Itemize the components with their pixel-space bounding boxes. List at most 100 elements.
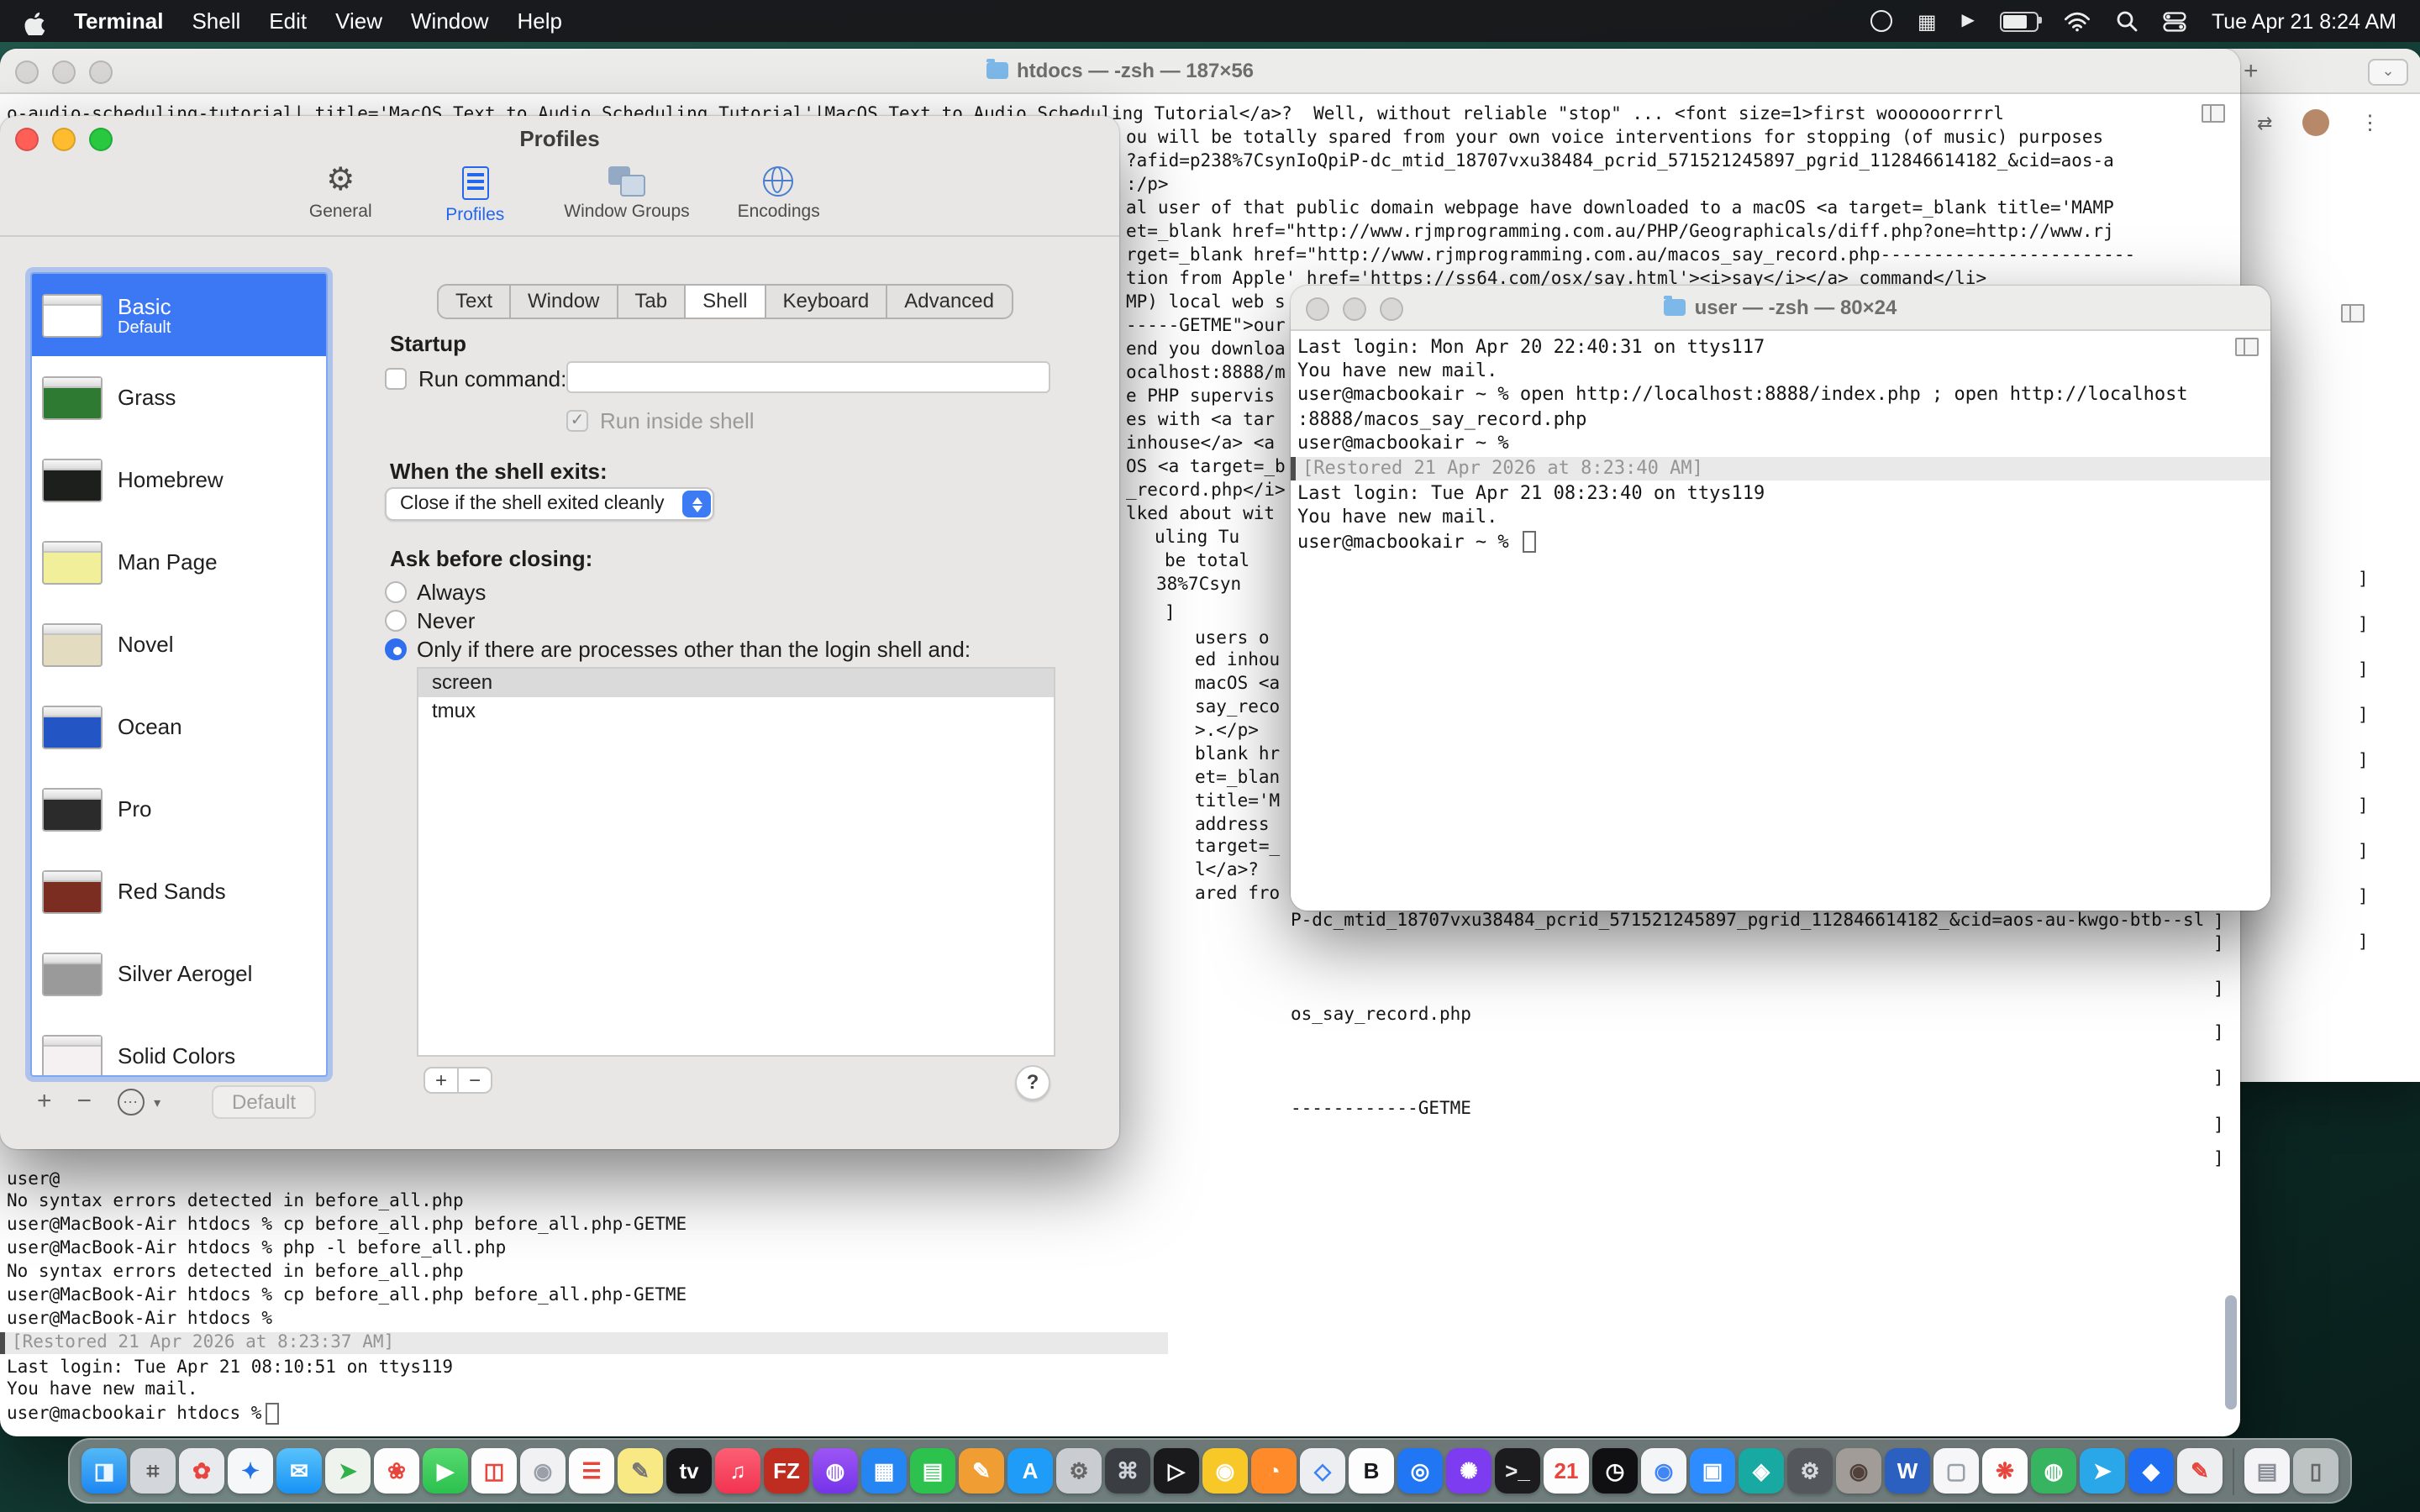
swap-icon[interactable]: ⇄: [2257, 112, 2272, 134]
dock-icon-gear-app[interactable]: ⚙: [1787, 1448, 1833, 1494]
dock-icon-paint-app[interactable]: ✎: [2177, 1448, 2223, 1494]
dock-icon-contacts[interactable]: ◉: [520, 1448, 566, 1494]
dock-icon-finder[interactable]: ◨: [82, 1448, 127, 1494]
dock-icon-white-app[interactable]: ▢: [1933, 1448, 1979, 1494]
dock-icon-yellow-app[interactable]: ◉: [1202, 1448, 1248, 1494]
close-button[interactable]: [15, 128, 39, 151]
close-button[interactable]: [1306, 297, 1329, 321]
dock-icon-notes[interactable]: ✎: [618, 1448, 663, 1494]
profile-item-solid-colors[interactable]: Solid Colors: [32, 1015, 326, 1077]
dock-icon-pages[interactable]: ✎: [959, 1448, 1004, 1494]
dock-icon-docs-stack[interactable]: ▤: [2244, 1448, 2290, 1494]
profile-item-homebrew[interactable]: Homebrew: [32, 438, 326, 521]
dock-icon-purple-app[interactable]: ✺: [1446, 1448, 1491, 1494]
dock-icon-calendar-date[interactable]: 21: [1544, 1448, 1589, 1494]
add-process-button[interactable]: +: [424, 1067, 459, 1094]
tab-keyboard[interactable]: Keyboard: [766, 286, 888, 318]
process-list[interactable]: screentmux: [417, 667, 1055, 1057]
dock-icon-color-wheel[interactable]: ❋: [1982, 1448, 2028, 1494]
new-tab-button[interactable]: +: [2244, 56, 2259, 85]
kebab-menu-icon[interactable]: ⋮: [2360, 111, 2380, 134]
profile-actions-menu-icon[interactable]: ⋯: [117, 1089, 144, 1116]
dock-icon-numbers[interactable]: ▤: [910, 1448, 955, 1494]
dock-icon-shield-app[interactable]: ◇: [1300, 1448, 1345, 1494]
dock-icon-safari[interactable]: ✦: [228, 1448, 273, 1494]
profile-item-man-page[interactable]: Man Page: [32, 521, 326, 603]
dock-icon-chrome[interactable]: ◉: [1641, 1448, 1686, 1494]
process-item-screen[interactable]: screen: [418, 669, 1054, 697]
terminal-settings-window[interactable]: Profiles ⚙General Profiles Window Groups En…: [0, 116, 1119, 1149]
profile-item-novel[interactable]: Novel: [32, 603, 326, 685]
toolbar-item-profiles[interactable]: Profiles: [429, 165, 520, 225]
toolbar-item-general[interactable]: ⚙General: [295, 165, 386, 225]
search-icon[interactable]: [2116, 10, 2138, 32]
profile-item-pro[interactable]: Pro: [32, 768, 326, 850]
minimize-button[interactable]: [1343, 297, 1366, 321]
dock-icon-reminders[interactable]: ☰: [569, 1448, 614, 1494]
dock-icon-blue-app-2[interactable]: ◆: [2128, 1448, 2174, 1494]
minimize-button[interactable]: [52, 128, 76, 151]
menu-bar-clock[interactable]: Tue Apr 21 8:24 AM: [2212, 9, 2396, 33]
run-command-input[interactable]: [566, 361, 1050, 393]
dock-icon-launchpad[interactable]: ⌗: [130, 1448, 176, 1494]
toolbar-item-window-groups[interactable]: Window Groups: [564, 165, 689, 225]
dock-icon-filezilla[interactable]: FZ: [764, 1448, 809, 1494]
dock-icon-photos[interactable]: ❀: [374, 1448, 419, 1494]
help-button[interactable]: ?: [1015, 1065, 1050, 1100]
settings-titlebar[interactable]: Profiles: [0, 116, 1119, 160]
ask-option-2[interactable]: Only if there are processes other than t…: [385, 637, 971, 662]
dock-icon-firefox[interactable]: ◔: [1251, 1448, 1297, 1494]
dock-icon-word[interactable]: W: [1885, 1448, 1930, 1494]
profile-item-basic[interactable]: BasicDefault: [32, 274, 326, 356]
apple-menu-icon[interactable]: [24, 8, 45, 34]
dock-icon-facetime[interactable]: ▶: [423, 1448, 468, 1494]
menu-shell[interactable]: Shell: [192, 8, 240, 34]
dock-icon-terminal[interactable]: >_: [1495, 1448, 1540, 1494]
tab-text[interactable]: Text: [439, 286, 511, 318]
dock-icon-zoom[interactable]: ▣: [1690, 1448, 1735, 1494]
chevron-down-icon[interactable]: ⌄: [2368, 59, 2408, 86]
menu-view[interactable]: View: [335, 8, 382, 34]
process-item-tmux[interactable]: tmux: [418, 697, 1054, 726]
dock-icon-podcasts[interactable]: ◍: [813, 1448, 858, 1494]
dock-icon-apple-tv[interactable]: ▷: [1154, 1448, 1199, 1494]
tab-shell[interactable]: Shell: [686, 286, 765, 318]
ask-option-0[interactable]: Always: [385, 580, 486, 605]
keyboard-grid-icon[interactable]: ▦: [1918, 11, 1937, 31]
battery-icon[interactable]: [2000, 11, 2039, 31]
profile-item-ocean[interactable]: Ocean: [32, 685, 326, 768]
app-menu-title[interactable]: Terminal: [74, 8, 163, 34]
dock-icon-app-store[interactable]: A: [1007, 1448, 1053, 1494]
dock-icon-mail[interactable]: ✉: [276, 1448, 322, 1494]
dock-icon-system-settings[interactable]: ⚙: [1056, 1448, 1102, 1494]
menu-window[interactable]: Window: [411, 8, 489, 34]
profile-item-red-sands[interactable]: Red Sands: [32, 850, 326, 932]
dock-icon-bold-browser[interactable]: B: [1349, 1448, 1394, 1494]
scrollbar[interactable]: [2225, 1295, 2237, 1410]
dock-icon-clock[interactable]: ◷: [1592, 1448, 1638, 1494]
dock-icon-tv[interactable]: tv: [666, 1448, 712, 1494]
zoom-button[interactable]: [89, 128, 113, 151]
wifi-icon[interactable]: [2064, 11, 2091, 31]
user-titlebar[interactable]: user — -zsh — 80×24: [1291, 286, 2270, 331]
dock-icon-trash[interactable]: ▯: [2293, 1448, 2338, 1494]
remove-profile-button[interactable]: −: [77, 1089, 92, 1116]
zoom-button[interactable]: [1380, 297, 1403, 321]
logi-options-icon[interactable]: [1870, 10, 1892, 32]
tab-advanced[interactable]: Advanced: [887, 286, 1011, 318]
dock-icon-music[interactable]: ♫: [715, 1448, 760, 1494]
dock-icon-telegram[interactable]: ➤: [2080, 1448, 2125, 1494]
shell-exits-dropdown[interactable]: Close if the shell exited cleanly: [385, 487, 714, 521]
run-inside-shell-checkbox[interactable]: ✓: [566, 410, 588, 432]
dock-icon-teal-app[interactable]: ◈: [1739, 1448, 1784, 1494]
toolbar-item-encodings[interactable]: Encodings: [734, 165, 824, 225]
run-command-checkbox[interactable]: [385, 368, 407, 390]
avatar[interactable]: [2302, 109, 2329, 136]
dock-icon-color-dots[interactable]: ✿: [179, 1448, 224, 1494]
add-profile-button[interactable]: +: [37, 1089, 52, 1116]
remove-process-button[interactable]: −: [457, 1067, 492, 1094]
dock-icon-dark-utility[interactable]: ⌘: [1105, 1448, 1150, 1494]
user-terminal-window[interactable]: user — -zsh — 80×24 Last login: Mon Apr …: [1291, 286, 2270, 911]
dock-icon-gimp[interactable]: ◉: [1836, 1448, 1881, 1494]
screen-mirroring-icon[interactable]: ▶: [1962, 13, 1975, 29]
